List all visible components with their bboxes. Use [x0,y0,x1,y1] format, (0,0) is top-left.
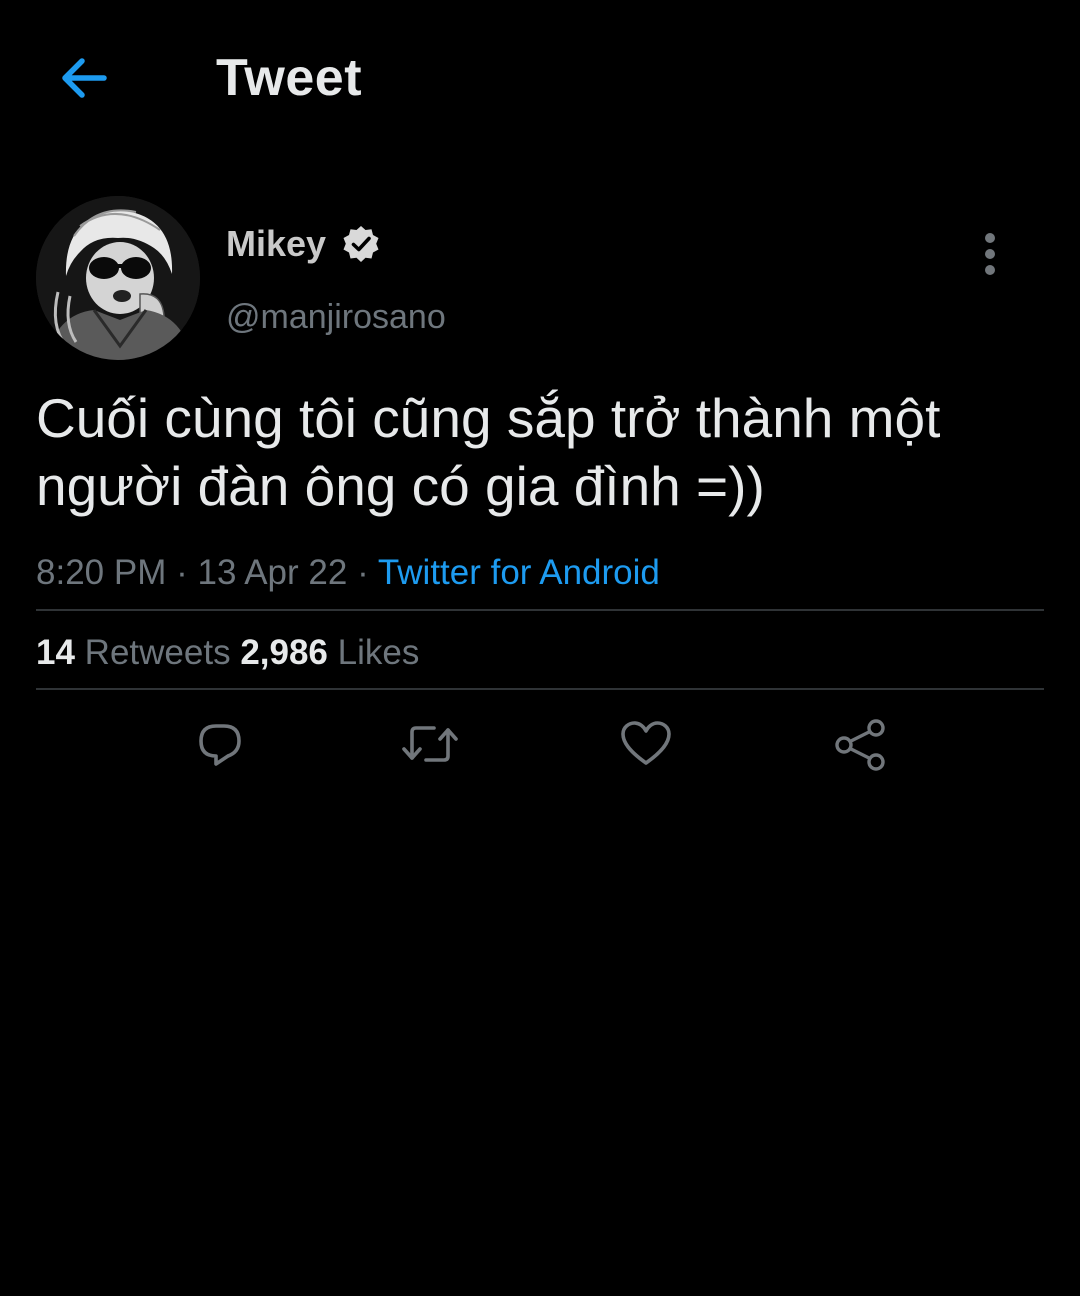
meta-separator: · [357,553,369,592]
likes-label: Likes [337,633,420,672]
share-button[interactable] [828,712,892,776]
tweet-text-line: Cuối cùng tôi cũng sắp trở thành một [36,387,941,449]
divider [36,609,1044,611]
top-app-bar: Tweet [0,0,1080,160]
tweet-source-link[interactable]: Twitter for Android [378,553,660,592]
like-icon [621,721,671,765]
tweet-author: Mikey @manjirosano [36,196,1046,366]
more-vertical-icon [985,233,995,275]
tweet-action-bar [0,712,1080,776]
meta-separator: · [176,553,188,592]
verified-badge-icon [343,226,379,262]
tweet-text-line: người đàn ông có gia đình =)) [36,455,765,517]
retweets-count: 14 [36,633,75,672]
likes-stat[interactable]: 2,986 Likes [240,633,419,672]
retweet-button[interactable] [398,712,462,776]
divider [36,688,1044,690]
page-title: Tweet [216,49,363,107]
share-icon [835,719,885,771]
reply-button[interactable] [188,712,252,776]
tweet-time: 8:20 PM [36,553,167,592]
tweet-stats: 14 Retweets 2,986 Likes [36,630,419,676]
avatar[interactable] [36,196,200,360]
arrow-left-icon [62,58,107,98]
display-name[interactable]: Mikey [226,222,326,266]
retweet-icon [402,726,458,762]
more-options-button[interactable] [970,226,1010,282]
likes-count: 2,986 [240,633,328,672]
retweets-stat[interactable]: 14 Retweets [36,633,231,672]
tweet-text: Cuối cùng tôi cũng sắp trở thành một ngư… [36,384,1046,520]
reply-icon [199,724,241,766]
retweets-label: Retweets [84,633,231,672]
user-handle[interactable]: @manjirosano [226,296,446,338]
tweet-meta: 8:20 PM · 13 Apr 22 · Twitter for Androi… [36,550,660,596]
back-button[interactable] [50,44,118,112]
avatar-image [36,196,200,360]
like-button[interactable] [614,712,678,776]
tweet-date: 13 Apr 22 [197,553,348,592]
